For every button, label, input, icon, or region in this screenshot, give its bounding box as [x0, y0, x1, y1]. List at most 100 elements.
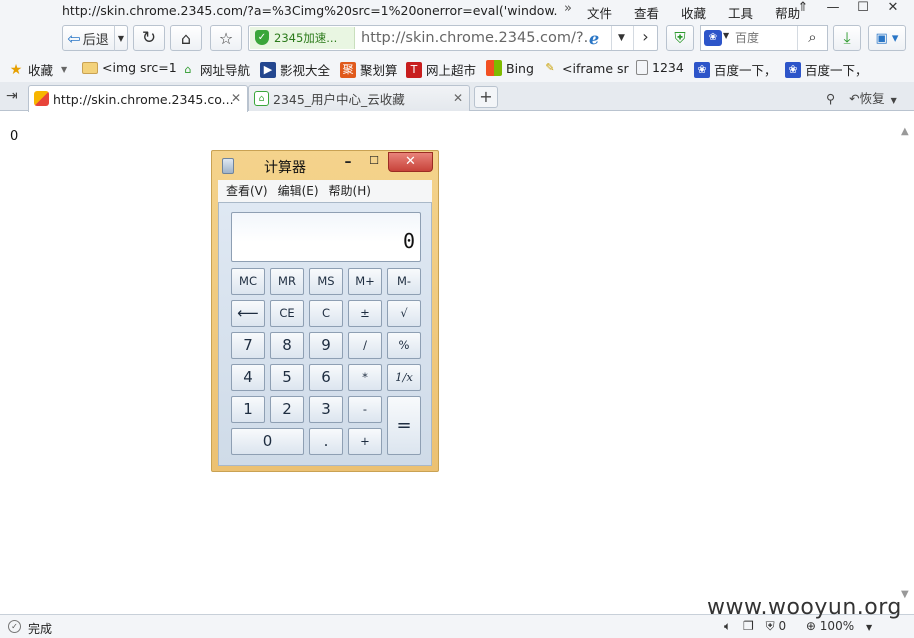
chevron-down-icon: ▼	[61, 65, 68, 74]
close-tab-icon[interactable]: ✕	[453, 91, 463, 105]
go-forward-icon[interactable]: ›	[633, 26, 657, 50]
secure-label: 2345加速...	[274, 31, 338, 45]
back-label: 后退	[82, 32, 109, 48]
key-m-minus[interactable]: M-	[387, 268, 421, 295]
key-mc[interactable]: MC	[231, 268, 265, 295]
key-ms[interactable]: MS	[309, 268, 343, 295]
key-0[interactable]: 0	[231, 428, 304, 455]
security-guard-icon[interactable]: ⛨	[666, 25, 694, 51]
fav-item-label: 网址导航	[200, 63, 251, 78]
close-window-button[interactable]: ✕	[878, 0, 908, 18]
key-m-plus[interactable]: M+	[348, 268, 382, 295]
fav-item-juhuasuan[interactable]: 聚 聚划算	[340, 60, 398, 79]
key-9[interactable]: 9	[309, 332, 343, 359]
house-2345-icon: ⌂	[184, 62, 192, 76]
key-1[interactable]: 1	[231, 396, 265, 423]
key-divide[interactable]: /	[348, 332, 382, 359]
fav-item-img[interactable]: <img src=1	[82, 60, 177, 75]
favorites-bar: ★ 收藏 ▼ <img src=1 ⌂ 网址导航 ▶ 影视大全 聚 聚划算 T …	[0, 54, 914, 82]
key-percent[interactable]: %	[387, 332, 421, 359]
key-multiply[interactable]: *	[348, 364, 382, 391]
vertical-scrollbar[interactable]: ▲ ▼	[898, 112, 914, 614]
shield-icon[interactable]: ⛨ 0	[766, 619, 794, 634]
key-sqrt[interactable]: √	[387, 300, 421, 327]
key-8[interactable]: 8	[270, 332, 304, 359]
calc-menu-help[interactable]: 帮助(H)	[329, 180, 371, 202]
restore-button[interactable]: ↶恢复 ▼	[849, 91, 897, 106]
search-icon[interactable]: ⌕	[797, 26, 827, 50]
reload-icon[interactable]: ↻	[133, 25, 165, 51]
fav-item-1234[interactable]: 1234	[636, 60, 684, 75]
minimize-button[interactable]: —	[818, 0, 848, 18]
home-icon[interactable]: ⌂	[170, 25, 202, 51]
zoom-control[interactable]: ⊕ 100% ▼	[806, 619, 880, 633]
key-add[interactable]: +	[348, 428, 382, 455]
key-2[interactable]: 2	[270, 396, 304, 423]
fav-item-video[interactable]: ▶ 影视大全	[260, 60, 330, 79]
page-output-text: 0	[10, 129, 19, 144]
chevron-down-icon: ▼	[865, 623, 873, 632]
fav-item-iframe[interactable]: ✎ <iframe sr	[542, 60, 628, 76]
pin-icon[interactable]: ⇑	[788, 0, 818, 18]
clear-icon[interactable]: ⚲	[826, 91, 835, 106]
key-mr[interactable]: MR	[270, 268, 304, 295]
key-7[interactable]: 7	[231, 332, 265, 359]
key-decimal[interactable]: .	[309, 428, 343, 455]
fav-item-bing[interactable]: Bing	[486, 60, 534, 76]
menu-view[interactable]: 查看	[634, 3, 659, 22]
download-icon[interactable]: ⤓	[833, 25, 861, 51]
search-box: ❀ ▼ ⌕	[700, 25, 828, 51]
close-tab-icon[interactable]: ✕	[231, 91, 241, 105]
address-dropdown[interactable]: ▼	[611, 26, 631, 50]
key-4[interactable]: 4	[231, 364, 265, 391]
fav-item-supermarket[interactable]: T 网上超市	[406, 60, 476, 79]
display-value: 0	[402, 229, 415, 253]
search-input[interactable]	[735, 27, 797, 49]
key-6[interactable]: 6	[309, 364, 343, 391]
sidebar-toggle-icon[interactable]: ⇥	[6, 88, 18, 104]
lightbulb-icon: ✎	[545, 61, 555, 74]
key-subtract[interactable]: -	[348, 396, 382, 423]
menu-file[interactable]: 文件	[587, 3, 612, 22]
new-tab-button[interactable]: +	[474, 86, 498, 108]
calc-maximize-button[interactable]: ☐	[364, 154, 384, 172]
ie-engine-icon[interactable]: ℯ	[589, 29, 599, 48]
calc-menu-view[interactable]: 查看(V)	[226, 180, 268, 202]
window-icon[interactable]: ❐	[743, 619, 754, 633]
menu-favorites[interactable]: 收藏	[681, 3, 706, 22]
fav-item-label: 百度一下，	[805, 63, 868, 78]
key-reciprocal[interactable]: 1/x	[387, 364, 421, 391]
key-backspace[interactable]: ⟵	[231, 300, 265, 327]
tab-active[interactable]: http://skin.chrome.2345.co... ✕	[28, 85, 248, 112]
key-c[interactable]: C	[309, 300, 343, 327]
skin-menu-icon[interactable]: ▣ ▾	[868, 25, 906, 51]
fav-item-label: 聚划算	[360, 63, 398, 78]
menu-overflow-icon[interactable]: »	[564, 1, 572, 16]
secure-accelerate-badge[interactable]: ✓ 2345加速...	[250, 27, 355, 49]
key-plus-minus[interactable]: ±	[348, 300, 382, 327]
scroll-up-icon[interactable]: ▲	[901, 126, 909, 137]
undo-arrow-icon: ↶	[849, 91, 860, 106]
address-input[interactable]	[361, 27, 591, 49]
scroll-down-icon[interactable]: ▼	[901, 589, 909, 600]
fav-item-baidu-2[interactable]: ❀ 百度一下，	[785, 60, 868, 79]
menu-tools[interactable]: 工具	[728, 3, 753, 22]
search-engine-dropdown[interactable]: ▼	[723, 31, 729, 40]
volume-icon[interactable]: 🔈︎	[724, 619, 731, 634]
blocked-count: 0	[778, 619, 787, 633]
key-3[interactable]: 3	[309, 396, 343, 423]
calc-minimize-button[interactable]: –	[338, 154, 358, 172]
favorites-button[interactable]: ★ 收藏 ▼	[8, 60, 67, 79]
calc-menu-edit[interactable]: 编辑(E)	[278, 180, 319, 202]
calc-close-button[interactable]: ✕	[388, 152, 433, 172]
fav-item-nav[interactable]: ⌂ 网址导航	[180, 60, 251, 79]
key-ce[interactable]: CE	[270, 300, 304, 327]
maximize-button[interactable]: ☐	[848, 0, 878, 18]
back-history-dropdown[interactable]: ▼	[114, 25, 128, 51]
key-equals[interactable]: =	[387, 396, 421, 455]
star-icon[interactable]: ☆	[210, 25, 242, 51]
baidu-paw-icon[interactable]: ❀	[704, 30, 722, 46]
fav-item-baidu-1[interactable]: ❀ 百度一下，	[694, 60, 777, 79]
tab-user-center[interactable]: ⌂ 2345_用户中心_云收藏 ✕	[248, 85, 470, 111]
key-5[interactable]: 5	[270, 364, 304, 391]
